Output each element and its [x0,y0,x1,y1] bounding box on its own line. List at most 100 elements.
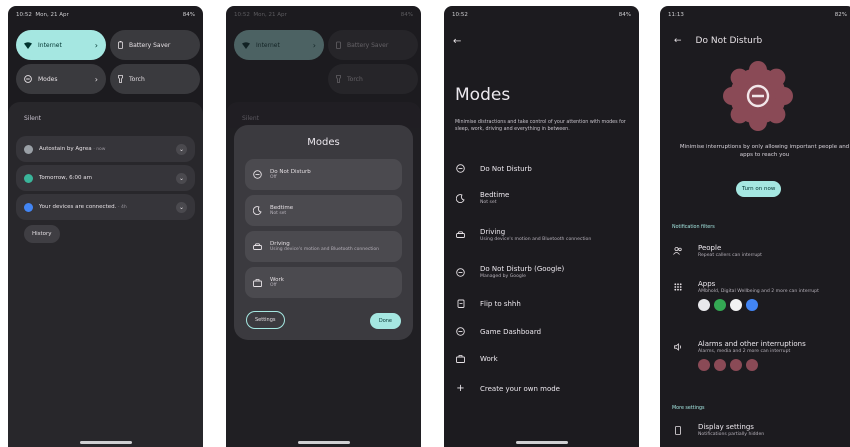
status-date: Mon, 21 Apr [253,12,287,18]
notification-item[interactable]: Autostain by Agrea · now ⌄ [16,136,195,162]
torch-tile[interactable]: Torch [110,64,200,94]
moon-icon [455,193,466,203]
alarm-icon [24,173,33,183]
page-description: Minimise distractions and take control o… [455,120,626,132]
create-mode-row[interactable]: + Create your own mode [455,383,631,394]
mode-row-dnd[interactable]: Do Not Disturb [455,164,631,173]
history-button[interactable]: History [24,225,60,243]
mode-name: Create your own mode [480,384,560,393]
mode-item-work[interactable]: Work Off [245,267,402,298]
mode-row-game-dashboard[interactable]: Game Dashboard [455,327,631,336]
torch-tile[interactable]: Torch [328,64,418,94]
mode-name: Bedtime [480,191,510,199]
status-time: 11:13 [668,12,684,18]
chevron-down-icon[interactable]: ⌄ [176,201,187,213]
torch-icon [118,75,123,83]
back-arrow-icon[interactable]: ← [674,36,682,46]
mode-name: Do Not Disturb (Google) [480,265,565,273]
notification-item[interactable]: Tomorrow, 6:00 am ⌄ [16,165,195,191]
mode-row-work[interactable]: Work [455,355,631,363]
battery-icon [336,41,341,49]
torch-icon [336,75,341,83]
status-time: 10:52 [234,12,250,18]
back-arrow-icon[interactable]: ← [453,36,461,47]
setting-name: Display settings [698,423,754,431]
modes-dialog: Modes Do Not Disturb Off Bedtime Not set D… [234,125,413,340]
nav-handle[interactable] [297,441,350,444]
phone-modes-dialog: 10:52 Mon, 21 Apr 84% Internet › Battery… [226,6,421,447]
phone-quick-settings: 10:52 Mon, 21 Apr 84% Internet › Battery… [8,6,203,447]
notification-title: Your devices are connected. [39,204,117,210]
tile-label: Torch [347,75,363,83]
mode-status: Off [270,283,277,288]
done-button[interactable]: Done [369,313,401,329]
internet-tile[interactable]: Internet › [16,30,106,60]
filter-row-people[interactable]: People Repeat callers can interrupt [672,244,849,258]
battery-saver-tile[interactable]: Battery Saver [110,30,200,60]
filter-row-apps[interactable]: Apps AMbhold, Digital Wellbeing and 2 mo… [672,280,849,311]
mode-row-flip[interactable]: Flip to shhh [455,299,631,308]
mode-item-dnd[interactable]: Do Not Disturb Off [245,159,402,190]
phone-dnd-settings: 11:13 82% ← Do Not Disturb Minimise inte… [660,6,850,447]
mode-item-driving[interactable]: Driving Using device's motion and Bluetoo… [245,231,402,262]
tile-label: Modes [38,75,58,83]
modes-icon [24,75,32,83]
nav-handle[interactable] [515,441,568,444]
phone-icon [672,423,684,437]
shield-icon [24,202,33,212]
mode-status: Managed by Google [480,274,526,279]
wifi-icon [24,41,32,49]
calendar-icon [746,359,758,371]
dnd-icon [455,327,466,336]
notification-time: · now [93,147,106,152]
interruption-icon-row [698,359,806,371]
mode-item-bedtime[interactable]: Bedtime Not set [245,195,402,226]
display-settings-row[interactable]: Display settings Notifications partially … [672,423,849,437]
tile-label: Battery Saver [129,41,171,49]
notification-item[interactable]: Your devices are connected. · 4h ⌄ [16,194,195,220]
notification-time: · 4h [118,205,127,210]
filter-sub: Alarms, media and 2 more can interrupt [698,349,791,354]
status-bar: 10:52 Mon, 21 Apr 84% [8,6,203,24]
dnd-illustration [722,60,794,132]
nav-handle[interactable] [79,441,132,444]
internet-tile[interactable]: Internet › [234,30,324,60]
battery-readout: 84% [400,12,413,18]
chevron-right-icon: › [94,40,98,50]
app-icon [714,299,726,311]
notification-title: Autostain by Agrea [39,146,92,152]
battery-saver-tile[interactable]: Battery Saver [328,30,418,60]
mode-row-driving[interactable]: Driving Using device's motion and Bluetoo… [455,228,631,242]
filter-sub: AMbhold, Digital Wellbeing and 2 more ca… [698,289,819,294]
chevron-down-icon[interactable]: ⌄ [176,172,187,184]
dialog-title: Modes [307,137,340,148]
filter-name: Alarms and other interruptions [698,340,806,348]
mode-row-bedtime[interactable]: Bedtime Not set [455,191,631,205]
people-icon [672,244,684,258]
car-icon [455,231,466,239]
status-bar: 11:13 82% [660,6,850,24]
tile-label: Internet [256,41,280,49]
mode-row-dnd-google[interactable]: Do Not Disturb (Google) Managed by Google [455,265,631,279]
page-title: Modes [455,85,511,105]
volume-icon [672,340,684,371]
tile-label: Internet [38,41,62,49]
dnd-icon [455,164,466,173]
settings-button[interactable]: Settings [246,311,285,329]
chevron-down-icon[interactable]: ⌄ [176,143,187,155]
app-icon [698,299,710,311]
silent-header: Silent [24,115,41,122]
battery-readout: 84% [618,12,631,18]
filter-name: Apps [698,280,716,288]
modes-tile[interactable]: Modes › [16,64,106,94]
battery-readout: 84% [182,12,195,18]
briefcase-icon [455,355,466,363]
battery-readout: 82% [834,12,847,18]
chevron-right-icon: › [94,74,98,84]
chevron-right-icon: › [312,40,316,50]
turn-on-button[interactable]: Turn on now [736,181,782,197]
app-icon [24,144,33,154]
filter-row-alarms[interactable]: Alarms and other interruptions Alarms, m… [672,340,849,371]
mode-status: Not set [270,211,287,216]
mode-name: Work [480,355,498,363]
